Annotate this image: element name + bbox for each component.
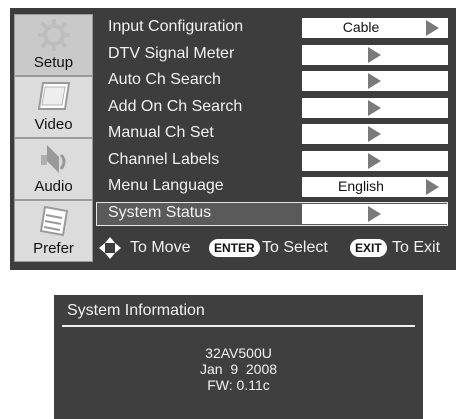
firmware-version: FW: 0.11c xyxy=(207,377,270,393)
tab-audio-label: Audio xyxy=(34,178,73,195)
menu-item-label: Channel Labels xyxy=(108,150,220,168)
tab-audio[interactable]: Audio xyxy=(14,138,93,200)
tab-prefer[interactable]: Prefer xyxy=(14,200,93,262)
menu-item-label: Auto Ch Search xyxy=(108,71,221,88)
notepad-icon xyxy=(39,205,69,237)
menu-item-label: System Status xyxy=(108,203,212,221)
right-arrow-icon xyxy=(368,99,381,116)
menu-category-tabs: Setup Video Audio Prefer xyxy=(14,14,93,268)
system-status-value-box[interactable] xyxy=(302,203,448,224)
menu-item-label: Add On Ch Search xyxy=(108,97,243,115)
direction-pad-icon xyxy=(99,237,121,259)
menu-item-menu-language[interactable]: Menu Language English xyxy=(96,175,448,199)
gear-icon xyxy=(38,19,70,51)
help-select-text: To Select xyxy=(262,239,328,256)
menu-language-value-box[interactable]: English xyxy=(302,177,448,197)
right-arrow-icon xyxy=(368,46,381,63)
tab-setup-label: Setup xyxy=(33,54,74,71)
help-exit-text: To Exit xyxy=(392,239,441,256)
auto-ch-search-value-box[interactable] xyxy=(302,71,448,91)
manual-ch-set-value-box[interactable] xyxy=(302,124,448,144)
menu-item-manual-ch-set[interactable]: Manual Ch Set xyxy=(96,122,448,146)
help-bar: To Move ENTER To Select EXIT To Exit xyxy=(96,232,456,264)
tab-video[interactable]: Video xyxy=(14,76,93,138)
menu-item-label: Menu Language xyxy=(108,177,224,194)
screen-icon xyxy=(37,82,71,110)
tab-setup[interactable]: Setup xyxy=(14,14,93,76)
menu-item-auto-ch-search[interactable]: Auto Ch Search xyxy=(96,69,448,93)
build-date: Jan 9 2008 xyxy=(199,361,278,377)
menu-item-input-configuration[interactable]: Input Configuration Cable xyxy=(96,16,448,40)
menu-item-system-status[interactable]: System Status xyxy=(96,201,448,226)
right-arrow-icon xyxy=(426,179,439,195)
dtv-signal-meter-value-box[interactable] xyxy=(302,44,448,65)
menu-item-channel-labels[interactable]: Channel Labels xyxy=(96,149,448,173)
exit-key-badge: EXIT xyxy=(350,239,387,257)
menu-item-label: Input Configuration xyxy=(108,18,244,35)
right-arrow-icon xyxy=(426,20,439,36)
menu-item-label: DTV Signal Meter xyxy=(108,44,235,62)
menu-item-label: Manual Ch Set xyxy=(108,124,214,141)
right-arrow-icon xyxy=(368,205,381,222)
right-arrow-icon xyxy=(368,152,381,169)
tab-prefer-label: Prefer xyxy=(33,240,74,257)
channel-labels-value-box[interactable] xyxy=(302,150,448,171)
model-number: 32AV500U xyxy=(205,345,272,361)
help-move-text: To Move xyxy=(130,239,191,256)
enter-key-badge: ENTER xyxy=(209,239,260,257)
menu-item-dtv-signal-meter[interactable]: DTV Signal Meter xyxy=(96,43,448,67)
add-on-ch-search-value-box[interactable] xyxy=(302,97,448,118)
system-information-title: System Information xyxy=(67,302,205,319)
title-divider xyxy=(62,325,415,327)
system-information-panel: System Information 32AV500U Jan 9 2008 F… xyxy=(54,295,423,419)
menu-item-add-on-ch-search[interactable]: Add On Ch Search xyxy=(96,96,448,120)
right-arrow-icon xyxy=(368,126,381,142)
right-arrow-icon xyxy=(368,73,381,89)
tab-video-label: Video xyxy=(34,116,73,133)
input-configuration-value: Cable xyxy=(342,19,380,35)
input-configuration-value-box[interactable]: Cable xyxy=(302,18,448,38)
speaker-icon xyxy=(41,145,66,173)
menu-language-value: English xyxy=(338,178,384,194)
